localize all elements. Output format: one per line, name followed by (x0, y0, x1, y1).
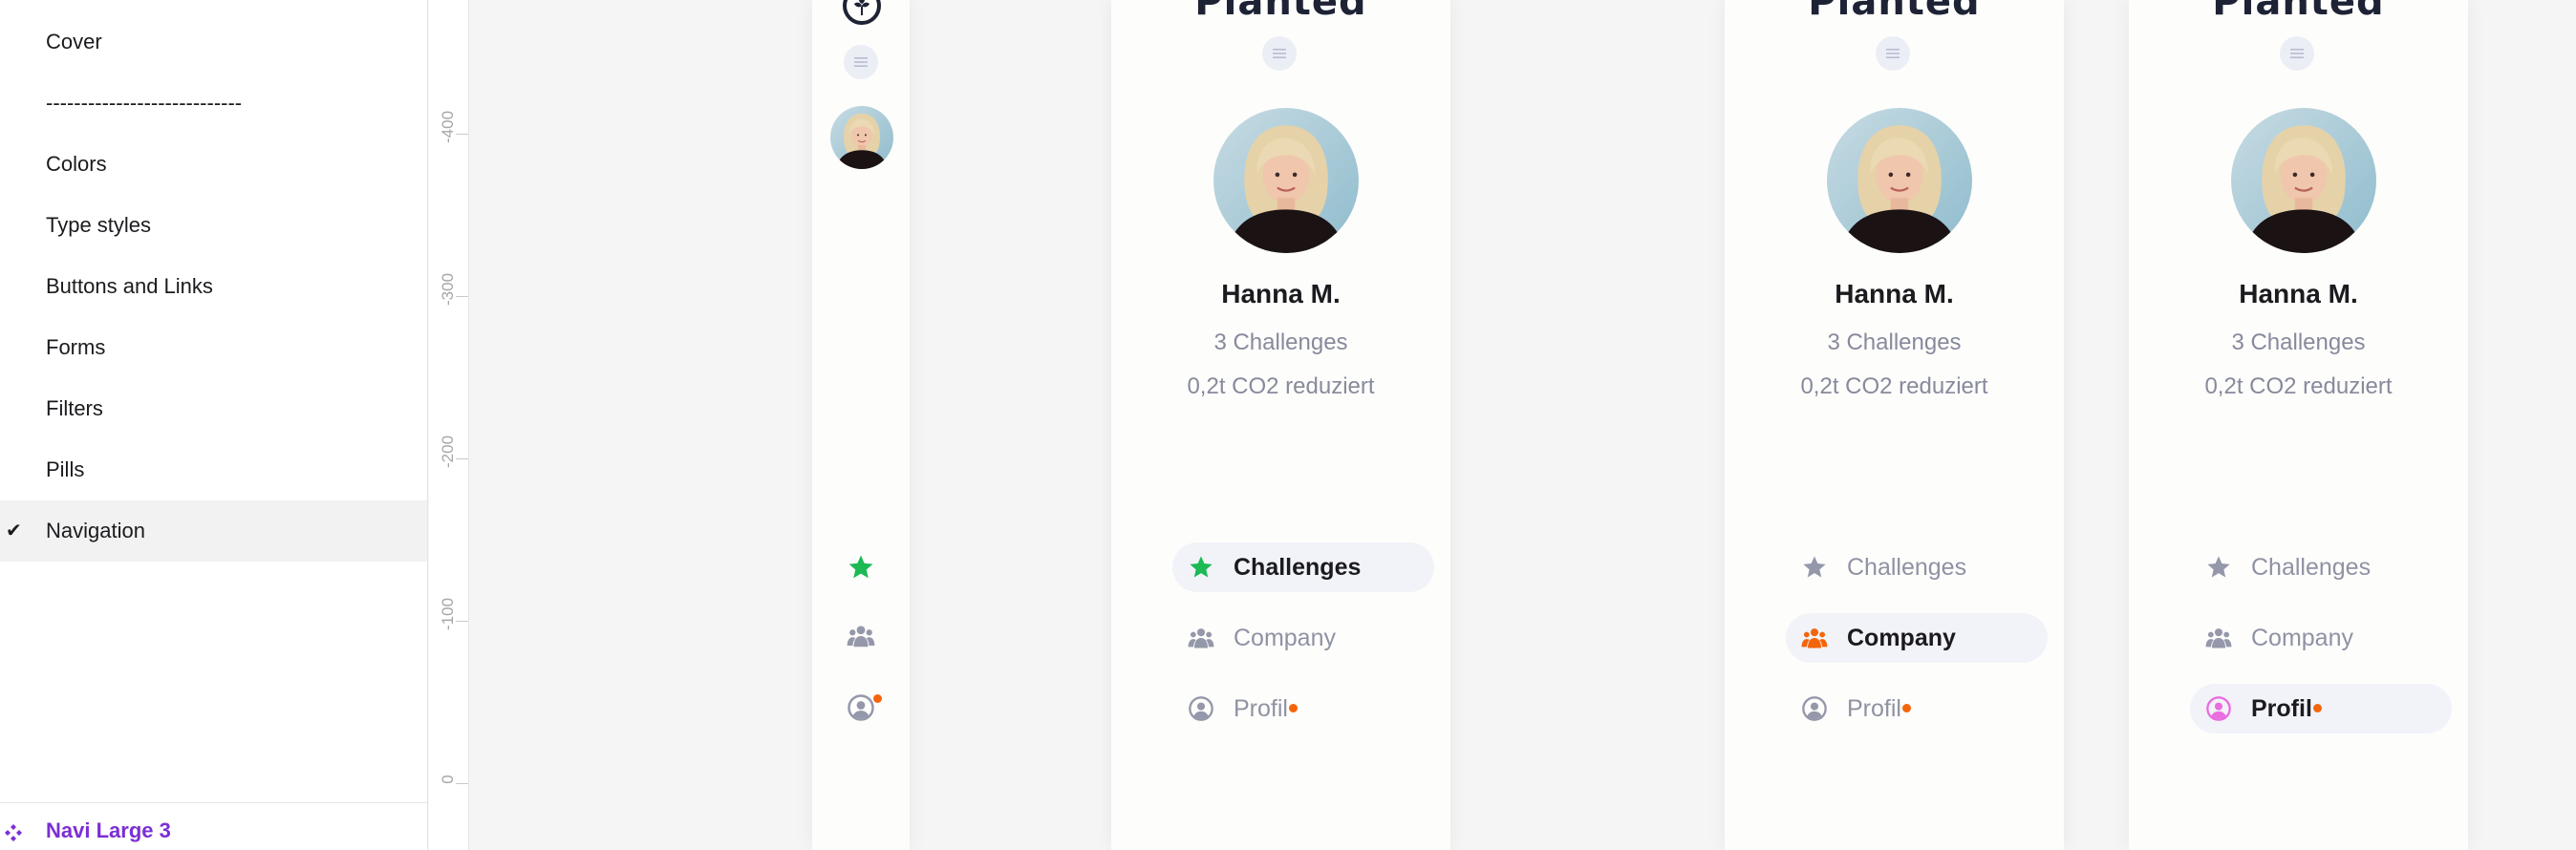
logo: Planted (1194, 0, 1367, 24)
vertical-ruler: -400 -300 -200 -100 0 (429, 0, 469, 850)
nav-item-challenges[interactable]: Challenges (2190, 542, 2452, 592)
page-item-forms[interactable]: Forms (0, 317, 427, 378)
page-label: Filters (46, 396, 103, 420)
avatar[interactable] (830, 106, 893, 169)
nav-label: Profil (1234, 694, 1288, 722)
nav-item-profil[interactable]: Profil (1172, 684, 1434, 733)
menu-icon[interactable] (1876, 36, 1910, 71)
page-item-colors[interactable]: Colors (0, 134, 427, 195)
page-item-filters[interactable]: Filters (0, 378, 427, 439)
star-icon (1801, 554, 1828, 581)
logo: Planted (2212, 0, 2385, 24)
page-label: Forms (46, 335, 106, 359)
page-label: Navigation (46, 519, 145, 542)
page-item-navigation[interactable]: ✔ Navigation (0, 500, 427, 562)
profile-co2: 0,2t CO2 reduziert (2204, 373, 2393, 399)
nav-label: Profil (2251, 694, 2312, 722)
page-label: Cover (46, 30, 102, 53)
menu-icon[interactable] (1262, 36, 1297, 71)
nav-item-challenges[interactable]: Challenges (1786, 542, 2048, 592)
page-label: ---------------------------- (46, 91, 243, 115)
page-label: Colors (46, 152, 107, 176)
profile-icon (1801, 695, 1828, 722)
notification-dot (2312, 703, 2322, 712)
page-item-pills[interactable]: Pills (0, 439, 427, 500)
nav-frame-compact (812, 0, 910, 850)
profile-name: Hanna M. (2239, 279, 2358, 308)
profile-challenges-count: 3 Challenges (2231, 329, 2366, 355)
pages-panel: Cover ---------------------------- Color… (0, 0, 428, 850)
ruler-label: -400 (439, 110, 457, 143)
star-icon[interactable] (847, 553, 875, 582)
component-icon (5, 824, 22, 841)
page-item-cover[interactable]: Cover (0, 11, 427, 73)
page-item-separator[interactable]: ---------------------------- (0, 73, 427, 134)
menu-icon[interactable] (844, 45, 878, 79)
people-icon[interactable] (847, 622, 875, 650)
nav-label: Company (2251, 624, 2353, 651)
ruler-label: -100 (439, 597, 457, 630)
nav-item-challenges[interactable]: Challenges (1172, 542, 1434, 592)
nav-item-company[interactable]: Company (1172, 613, 1434, 663)
profile-challenges-count: 3 Challenges (1213, 329, 1348, 355)
page-item-buttons-and-links[interactable]: Buttons and Links (0, 256, 427, 317)
star-icon (1188, 554, 1214, 581)
nav-label: Challenges (2251, 553, 2372, 581)
nav-item-company[interactable]: Company (1786, 613, 2048, 663)
notification-dot (873, 694, 882, 703)
logo-mark-icon (843, 0, 881, 25)
notification-dot (1288, 703, 1298, 712)
ruler-label: 0 (439, 775, 457, 784)
nav-frame-challenges: Planted Hanna M. 3 Challenges 0,2t CO2 r… (1111, 0, 1450, 850)
profile-co2: 0,2t CO2 reduziert (1187, 373, 1375, 399)
hamburger-icon (854, 57, 868, 67)
star-icon (2205, 554, 2232, 581)
avatar[interactable] (2231, 108, 2376, 253)
nav-frame-company: Planted Hanna M. 3 Challenges 0,2t CO2 r… (1725, 0, 2064, 850)
nav-label: Challenges (1847, 553, 1967, 581)
panel-divider (0, 802, 427, 803)
profile-challenges-count: 3 Challenges (1827, 329, 1962, 355)
page-label: Pills (46, 457, 85, 481)
people-icon (1188, 625, 1214, 651)
ruler-label: -200 (439, 435, 457, 468)
hamburger-icon (2290, 49, 2304, 58)
ruler-label: -300 (439, 272, 457, 306)
avatar[interactable] (1827, 108, 1972, 253)
profile-name: Hanna M. (1835, 279, 1954, 308)
profile-icon[interactable] (847, 693, 875, 722)
current-component[interactable]: Navi Large 3 (0, 812, 427, 850)
nav-item-company[interactable]: Company (2190, 613, 2452, 663)
nav-frame-profil: Planted Hanna M. 3 Challenges 0,2t CO2 r… (2129, 0, 2468, 850)
nav-label: Profil (1847, 694, 1901, 722)
nav-label: Company (1847, 624, 1956, 651)
nav-label: Company (1234, 624, 1336, 651)
people-icon (1801, 625, 1828, 651)
notification-dot (1901, 703, 1911, 712)
nav-item-profil[interactable]: Profil (1786, 684, 2048, 733)
people-icon (2205, 625, 2232, 651)
page-item-type-styles[interactable]: Type styles (0, 195, 427, 256)
nav-label: Challenges (1234, 553, 1362, 581)
menu-icon[interactable] (2280, 36, 2314, 71)
logo: Planted (1808, 0, 1981, 24)
hamburger-icon (1273, 49, 1286, 58)
page-label: Type styles (46, 213, 152, 237)
hamburger-icon (1886, 49, 1900, 58)
profile-icon (1188, 695, 1214, 722)
page-label: Buttons and Links (46, 274, 213, 298)
nav-item-profil[interactable]: Profil (2190, 684, 2452, 733)
avatar[interactable] (1213, 108, 1359, 253)
profile-co2: 0,2t CO2 reduziert (1800, 373, 1988, 399)
profile-icon (2205, 695, 2232, 722)
component-name: Navi Large 3 (46, 818, 171, 842)
profile-name: Hanna M. (1221, 279, 1341, 308)
checkmark-icon: ✔ (6, 521, 22, 542)
